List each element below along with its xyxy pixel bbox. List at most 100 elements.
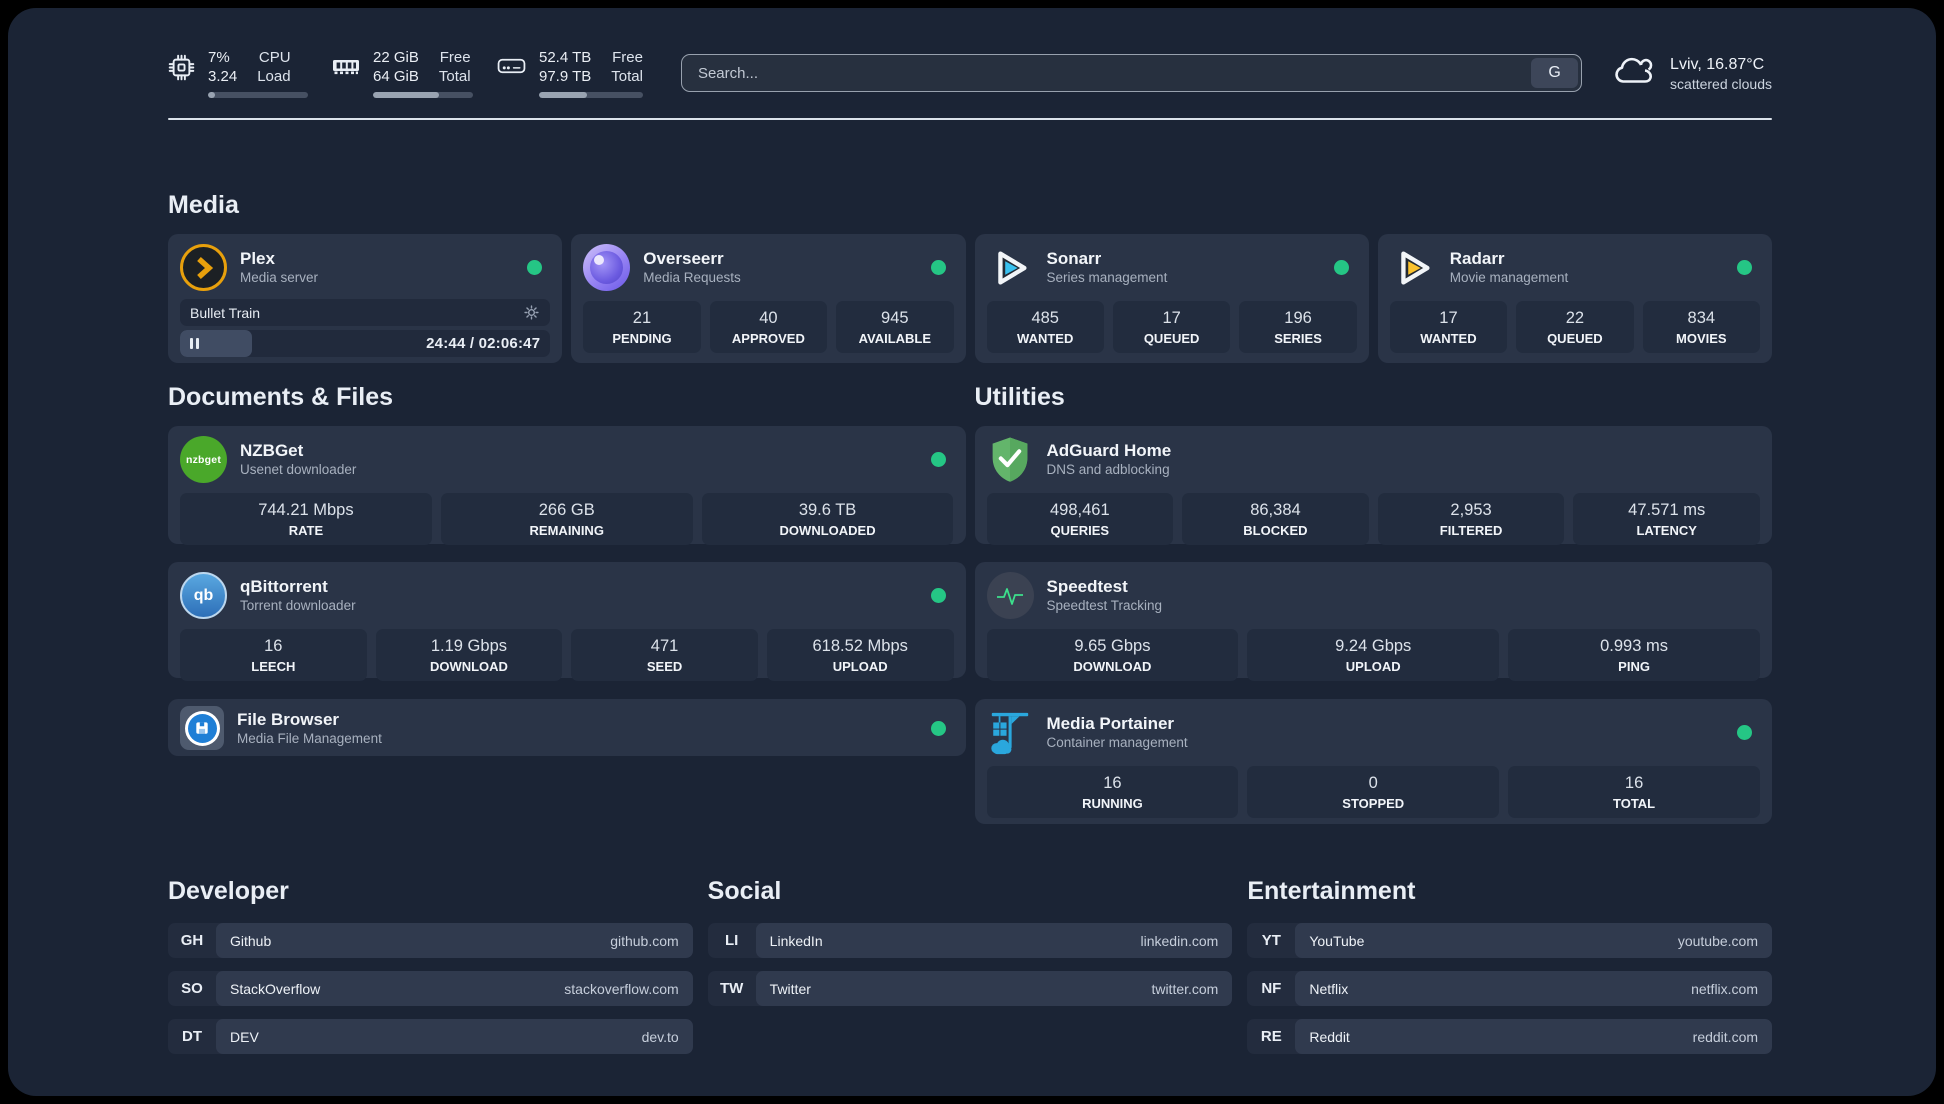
search-input[interactable] — [680, 54, 1583, 92]
adguard-titles: AdGuard Home DNS and adblocking — [1047, 440, 1172, 479]
stat-value: 196 — [1284, 309, 1312, 327]
sonarr-stats: 485 WANTED 17 QUEUED 196 SERIES — [986, 301, 1357, 353]
app-card-overseerr[interactable]: Overseerr Media Requests 21 PENDING 40 A… — [571, 234, 966, 363]
pause-icon[interactable] — [190, 338, 199, 349]
bookmark-twitter[interactable]: TW Twitter twitter.com — [707, 971, 1233, 1006]
stat-label: QUEUED — [1143, 331, 1200, 346]
stat-value: 16 — [1103, 774, 1122, 792]
bookmark-url: stackoverflow.com — [564, 980, 679, 997]
stat-value: 945 — [881, 309, 909, 327]
speedtest-stats: 9.65 Gbps DOWNLOAD 9.24 Gbps UPLOAD 0.99… — [986, 629, 1761, 681]
disk-free-value: 52.4 TB — [539, 49, 592, 66]
app-card-qbittorrent[interactable]: qb qBittorrent Torrent downloader 16 LEE… — [168, 562, 966, 681]
app-card-nzbget[interactable]: nzbget NZBGet Usenet downloader 744.21 M… — [168, 426, 966, 545]
bookmark-url: dev.to — [641, 1028, 679, 1045]
stat-queued: 22 QUEUED — [1516, 301, 1634, 353]
weather-widget: Lviv, 16.87°C scattered clouds — [1610, 54, 1772, 93]
bookmark-github[interactable]: GH Github github.com — [168, 923, 693, 958]
app-card-adguard[interactable]: AdGuard Home DNS and adblocking 498,461 … — [974, 426, 1772, 545]
cloud-icon — [1610, 55, 1656, 91]
cpu-progress-track — [208, 92, 308, 98]
speedtest-header: Speedtest Speedtest Tracking — [986, 572, 1761, 619]
app-card-speedtest[interactable]: Speedtest Speedtest Tracking 9.65 Gbps D… — [974, 562, 1772, 681]
bookmark-stackoverflow[interactable]: SO StackOverflow stackoverflow.com — [168, 971, 693, 1006]
stat-label: QUERIES — [1050, 523, 1110, 538]
filebrowser-header: File Browser Media File Management — [180, 706, 954, 750]
bookmark-netflix[interactable]: NF Netflix netflix.com — [1247, 971, 1773, 1006]
sonarr-icon — [987, 244, 1034, 291]
app-subtitle: Media server — [240, 270, 319, 285]
cpu-usage-value: 7% — [208, 49, 230, 66]
app-name: Radarr — [1449, 249, 1505, 268]
app-subtitle: Media Requests — [643, 270, 741, 285]
speedtest-titles: Speedtest Speedtest Tracking — [1047, 576, 1163, 615]
stat-total: 16 TOTAL — [1508, 766, 1760, 818]
app-name: File Browser — [237, 709, 340, 729]
stat-blocked: 86,384 BLOCKED — [1182, 493, 1369, 545]
portainer-header: Media Portainer Container management — [987, 709, 1761, 756]
stat-label: MOVIES — [1676, 331, 1727, 346]
stat-value: 21 — [632, 309, 652, 327]
stat-value: 0 — [1368, 774, 1378, 792]
stat-wanted: 17 WANTED — [1389, 301, 1508, 353]
bookmark-name: Twitter — [769, 980, 811, 997]
player-progress-bar[interactable]: 24:44 / 02:06:47 — [180, 330, 551, 357]
filebrowser-icon — [180, 706, 224, 750]
status-online-dot — [1333, 260, 1349, 275]
stat-rate: 744.21 Mbps RATE — [180, 493, 432, 545]
bookmark-body: LinkedIn linkedin.com — [755, 923, 1233, 958]
stat-seed: 471 SEED — [571, 629, 758, 681]
stat-label: PING — [1618, 659, 1650, 674]
cpu-load-label: Load — [257, 68, 291, 85]
bookmark-youtube[interactable]: YT YouTube youtube.com — [1247, 923, 1773, 958]
stat-label: BLOCKED — [1243, 523, 1308, 538]
app-card-filebrowser[interactable]: File Browser Media File Management — [168, 699, 966, 756]
bookmark-tag: NF — [1261, 980, 1282, 997]
player-settings-gear-icon[interactable] — [523, 304, 540, 321]
bookmark-dev[interactable]: DT DEV dev.to — [168, 1019, 693, 1054]
disk-total-value: 97.9 TB — [539, 68, 592, 85]
portainer-stats: 16 RUNNING 0 STOPPED 16 TOTAL — [986, 766, 1761, 818]
stat-label: WANTED — [1420, 331, 1477, 346]
stat-value: 9.24 Gbps — [1335, 637, 1412, 655]
bookmark-name: YouTube — [1309, 932, 1365, 949]
stat-remaining: 266 GB REMAINING — [440, 493, 693, 545]
ram-progress-track — [373, 92, 473, 98]
app-subtitle: Media File Management — [237, 730, 382, 746]
search-engine-button[interactable]: G — [1531, 58, 1579, 88]
ram-icon — [332, 54, 360, 78]
disk-stat-text: 52.4 TB 97.9 TB Free Total — [539, 48, 643, 86]
ram-progress-fill — [373, 92, 439, 98]
app-card-sonarr[interactable]: Sonarr Series management 485 WANTED 17 Q… — [974, 234, 1369, 363]
app-card-radarr[interactable]: Radarr Movie management 17 WANTED 22 QUE… — [1377, 234, 1772, 363]
stat-value: 485 — [1031, 309, 1059, 327]
app-card-plex[interactable]: Plex Media server Bullet Train 24:44 / 0… — [168, 234, 563, 363]
bookmark-url: twitter.com — [1151, 980, 1219, 997]
dashboard-frame: 7% 3.24 CPU Load 22 GiB 64 GiB Free Tota… — [8, 8, 1936, 1096]
overseerr-stats: 21 PENDING 40 APPROVED 945 AVAILABLE — [583, 301, 954, 353]
qbittorrent-stats: 16 LEECH 1.19 Gbps DOWNLOAD 471 SEED 618… — [180, 629, 954, 681]
stat-value: 17 — [1162, 309, 1181, 327]
filebrowser-titles: File Browser Media File Management — [237, 709, 382, 748]
status-online-dot — [930, 588, 946, 603]
stat-label: PENDING — [612, 331, 672, 346]
bookmark-url: github.com — [610, 932, 679, 949]
speedtest-pulse-icon — [986, 572, 1034, 619]
documents-column: Documents & Files nzbget NZBGet Usenet d… — [168, 382, 966, 824]
section-title-entertainment: Entertainment — [1247, 877, 1416, 905]
bookmark-url: netflix.com — [1691, 980, 1759, 997]
section-title-social: Social — [707, 877, 782, 905]
bookmark-body: Netflix netflix.com — [1295, 971, 1773, 1006]
qbittorrent-titles: qBittorrent Torrent downloader — [240, 576, 356, 615]
bookmark-linkedin[interactable]: LI LinkedIn linkedin.com — [707, 923, 1233, 958]
stat-value: 47.571 ms — [1628, 501, 1706, 519]
app-name: Plex — [240, 249, 275, 268]
stat-available: 945 AVAILABLE — [836, 301, 954, 353]
app-card-portainer[interactable]: Media Portainer Container management 16 … — [974, 699, 1772, 824]
ram-stat-body: 22 GiB 64 GiB Free Total — [373, 48, 473, 98]
bookmark-tag: RE — [1260, 1028, 1282, 1045]
status-online-dot — [930, 452, 946, 467]
ram-labels: Free Total — [439, 48, 471, 86]
bookmark-reddit[interactable]: RE Reddit reddit.com — [1247, 1019, 1773, 1054]
app-subtitle: Speedtest Tracking — [1046, 598, 1163, 613]
